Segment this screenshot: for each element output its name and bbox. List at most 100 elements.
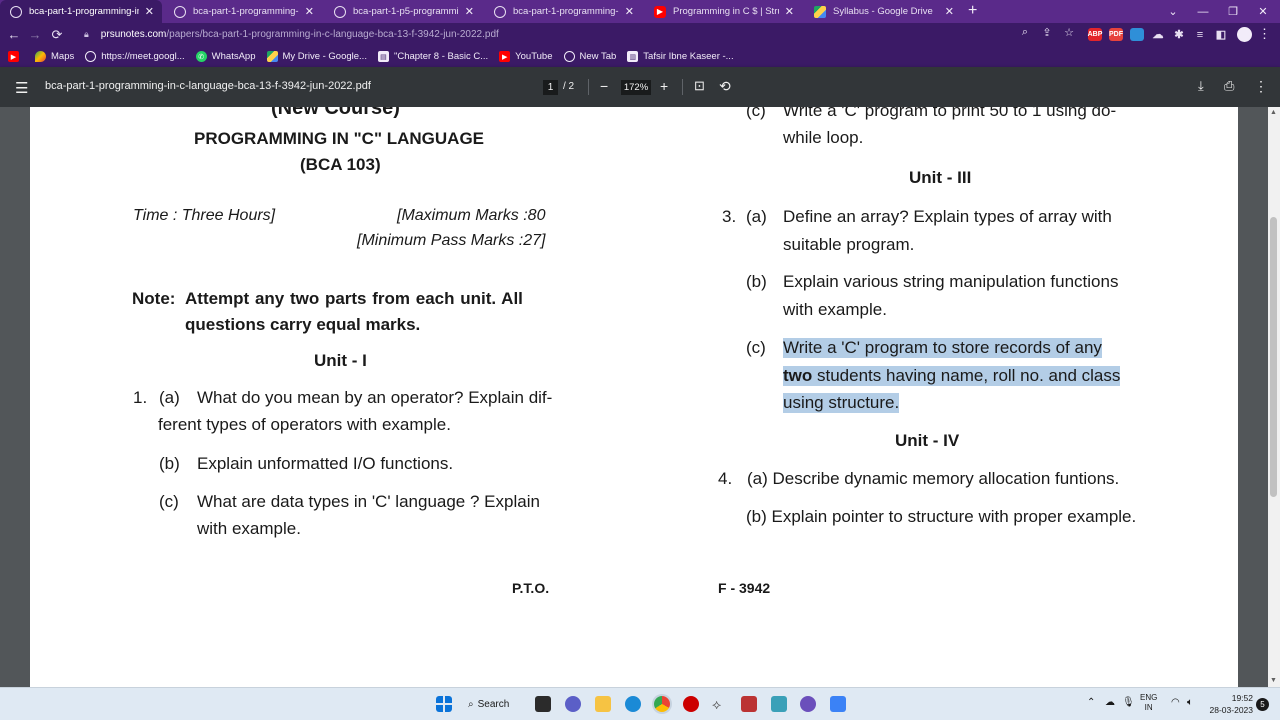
tab-1[interactable]: bca-part-1-programming-in-c-la ✕ (0, 0, 162, 23)
bookmark-meet[interactable]: https://meet.googl... (85, 51, 185, 62)
wifi-icon[interactable]: ◠ (1171, 697, 1180, 708)
microphone-icon[interactable]: 🎙︎ (1122, 697, 1135, 708)
reload-button[interactable]: ⟳ (48, 26, 66, 43)
download-icon[interactable]: ⤓ (1198, 78, 1204, 94)
selected-text[interactable]: Write a 'C' program to store records of … (783, 338, 1102, 358)
selected-text[interactable]: using structure. (783, 393, 900, 413)
side-panel-icon[interactable]: ◧ (1214, 28, 1228, 41)
system-clock[interactable]: 19:52 28-03-2023 (1203, 692, 1253, 716)
app-icon[interactable] (771, 696, 787, 712)
more-actions-icon[interactable]: ⋮ (1254, 78, 1268, 95)
bookmark-maps[interactable]: Maps (35, 51, 74, 62)
google-drive-icon (266, 51, 278, 62)
new-tab-button[interactable]: + (968, 2, 977, 20)
chrome-icon[interactable] (654, 696, 670, 712)
google-drive-icon (814, 5, 826, 18)
question-text: Explain various string manipulation func… (783, 272, 1119, 291)
menu-icon[interactable]: ☰ (15, 79, 28, 97)
question-text: while loop. (783, 128, 864, 147)
scroll-down-icon[interactable]: ▼ (1270, 677, 1277, 684)
adblock-plus-icon[interactable]: ABP (1088, 28, 1102, 41)
reading-list-icon[interactable]: ≡ (1193, 28, 1207, 41)
scrollbar-thumb[interactable] (1270, 217, 1277, 497)
close-icon[interactable]: ✕ (145, 5, 154, 18)
zoom-in-button[interactable]: + (660, 78, 668, 94)
pdf-toolbar: ☰ bca-part-1-programming-in-c-language-b… (0, 67, 1280, 107)
print-icon[interactable]: ⎙ (1224, 78, 1234, 94)
zoom-icon[interactable]: ⌕ (1016, 26, 1034, 39)
youtube-icon: ▶ (654, 5, 666, 18)
course-heading: (New Course) (271, 107, 400, 119)
scroll-up-icon[interactable]: ▲ (1270, 109, 1277, 116)
window-close-button[interactable]: ✕ (1248, 0, 1278, 23)
app-icon[interactable]: ⟡ (712, 696, 728, 712)
youtube-icon: ▶ (8, 51, 19, 62)
app-icon[interactable] (741, 696, 757, 712)
page-number-input[interactable]: 1 (543, 80, 558, 95)
app-icon[interactable] (800, 696, 816, 712)
zoom-out-button[interactable]: − (600, 78, 608, 94)
close-icon[interactable]: ✕ (625, 5, 634, 18)
extension-icon[interactable] (1130, 28, 1144, 41)
unit-heading: Unit - I (314, 351, 367, 370)
language-code: ENG (1140, 693, 1158, 702)
tab-2[interactable]: bca-part-1-programming-in-c-la ✕ (164, 0, 322, 23)
taskbar-search[interactable]: ⌕ Search (468, 696, 520, 713)
back-button[interactable]: ← (5, 26, 23, 43)
bookmark-youtube-shortcut[interactable]: ▶ (8, 51, 24, 62)
close-icon[interactable]: ✕ (785, 5, 794, 18)
bookmark-star-icon[interactable]: ☆ (1060, 26, 1078, 39)
lock-icon: 🔒︎ (84, 29, 89, 39)
rotate-icon[interactable]: ⟲ (719, 78, 731, 95)
bookmark-chapter-8[interactable]: ▤ "Chapter 8 - Basic C... (377, 51, 488, 62)
file-explorer-icon[interactable] (595, 696, 611, 712)
restore-button[interactable]: ❐ (1218, 0, 1248, 23)
minimize-button[interactable]: — (1188, 0, 1218, 23)
bookmark-youtube[interactable]: ▶ YouTube (499, 51, 553, 62)
pdf-scrollbar[interactable]: ▲ ▼ (1268, 107, 1280, 687)
close-icon[interactable]: ✕ (945, 5, 954, 18)
question-text: What are data types in 'C' language ? Ex… (197, 492, 540, 511)
app-icon[interactable] (830, 696, 846, 712)
windows-start-icon[interactable] (436, 696, 452, 712)
maps-icon (35, 51, 46, 62)
profile-avatar[interactable] (1237, 27, 1252, 42)
edge-icon[interactable] (625, 696, 641, 712)
vpn-extension-icon[interactable]: ☁ (1151, 28, 1165, 41)
teams-chat-icon[interactable] (565, 696, 581, 712)
app-icon[interactable] (683, 696, 699, 712)
close-icon[interactable]: ✕ (465, 5, 474, 18)
tab-search-chevron-icon[interactable]: ⌄ (1158, 0, 1188, 23)
tab-3[interactable]: bca-part-1-p5-programming-in- ✕ (324, 0, 482, 23)
task-view-icon[interactable] (535, 696, 551, 712)
zoom-level-input[interactable]: 172% (621, 80, 651, 95)
share-icon[interactable]: ⇪ (1038, 26, 1056, 39)
volume-icon[interactable]: 🔈︎ (1187, 697, 1193, 708)
tab-title: bca-part-1-programming-in-c-la (193, 6, 299, 17)
bookmark-new-tab[interactable]: New Tab (563, 51, 616, 62)
address-bar[interactable]: 🔒︎ prsunotes.com/papers/bca-part-1-progr… (72, 26, 1088, 43)
bookmark-my-drive[interactable]: My Drive - Google... (266, 51, 367, 62)
forward-button[interactable]: → (26, 26, 44, 43)
fit-to-page-icon[interactable]: ⊡ (694, 78, 705, 94)
pto-label: P.T.O. (512, 580, 550, 596)
bookmark-tafsir[interactable]: ▥ Tafsir Ibne Kaseer -... (627, 51, 734, 62)
tab-6[interactable]: Syllabus - Google Drive ✕ (804, 0, 962, 23)
web-globe-icon (563, 51, 575, 62)
puzzle-extensions-icon[interactable]: ✱ (1172, 28, 1186, 41)
document-icon: ▤ (377, 51, 389, 62)
selected-text[interactable]: two students having name, roll no. and c… (783, 366, 1121, 386)
tab-5[interactable]: ▶ Programming in C $ | Structure a ✕ (644, 0, 802, 23)
web-globe-icon (85, 51, 97, 62)
notification-badge[interactable]: 5 (1256, 698, 1269, 711)
cloud-icon[interactable]: ☁ (1105, 697, 1115, 708)
bookmark-whatsapp[interactable]: ✆ WhatsApp (195, 51, 256, 62)
clock-date: 28-03-2023 (1209, 705, 1253, 715)
tab-title: Syllabus - Google Drive (833, 6, 933, 17)
tab-4[interactable]: bca-part-1-programming-in-c-la ✕ (484, 0, 642, 23)
input-language[interactable]: ENG IN (1140, 693, 1157, 713)
pdf-extension-icon[interactable]: PDF (1109, 28, 1123, 41)
tray-overflow-chevron-icon[interactable]: ⌃ (1087, 697, 1095, 708)
close-icon[interactable]: ✕ (305, 5, 314, 18)
browser-menu-icon[interactable]: ⋮ (1258, 26, 1271, 42)
